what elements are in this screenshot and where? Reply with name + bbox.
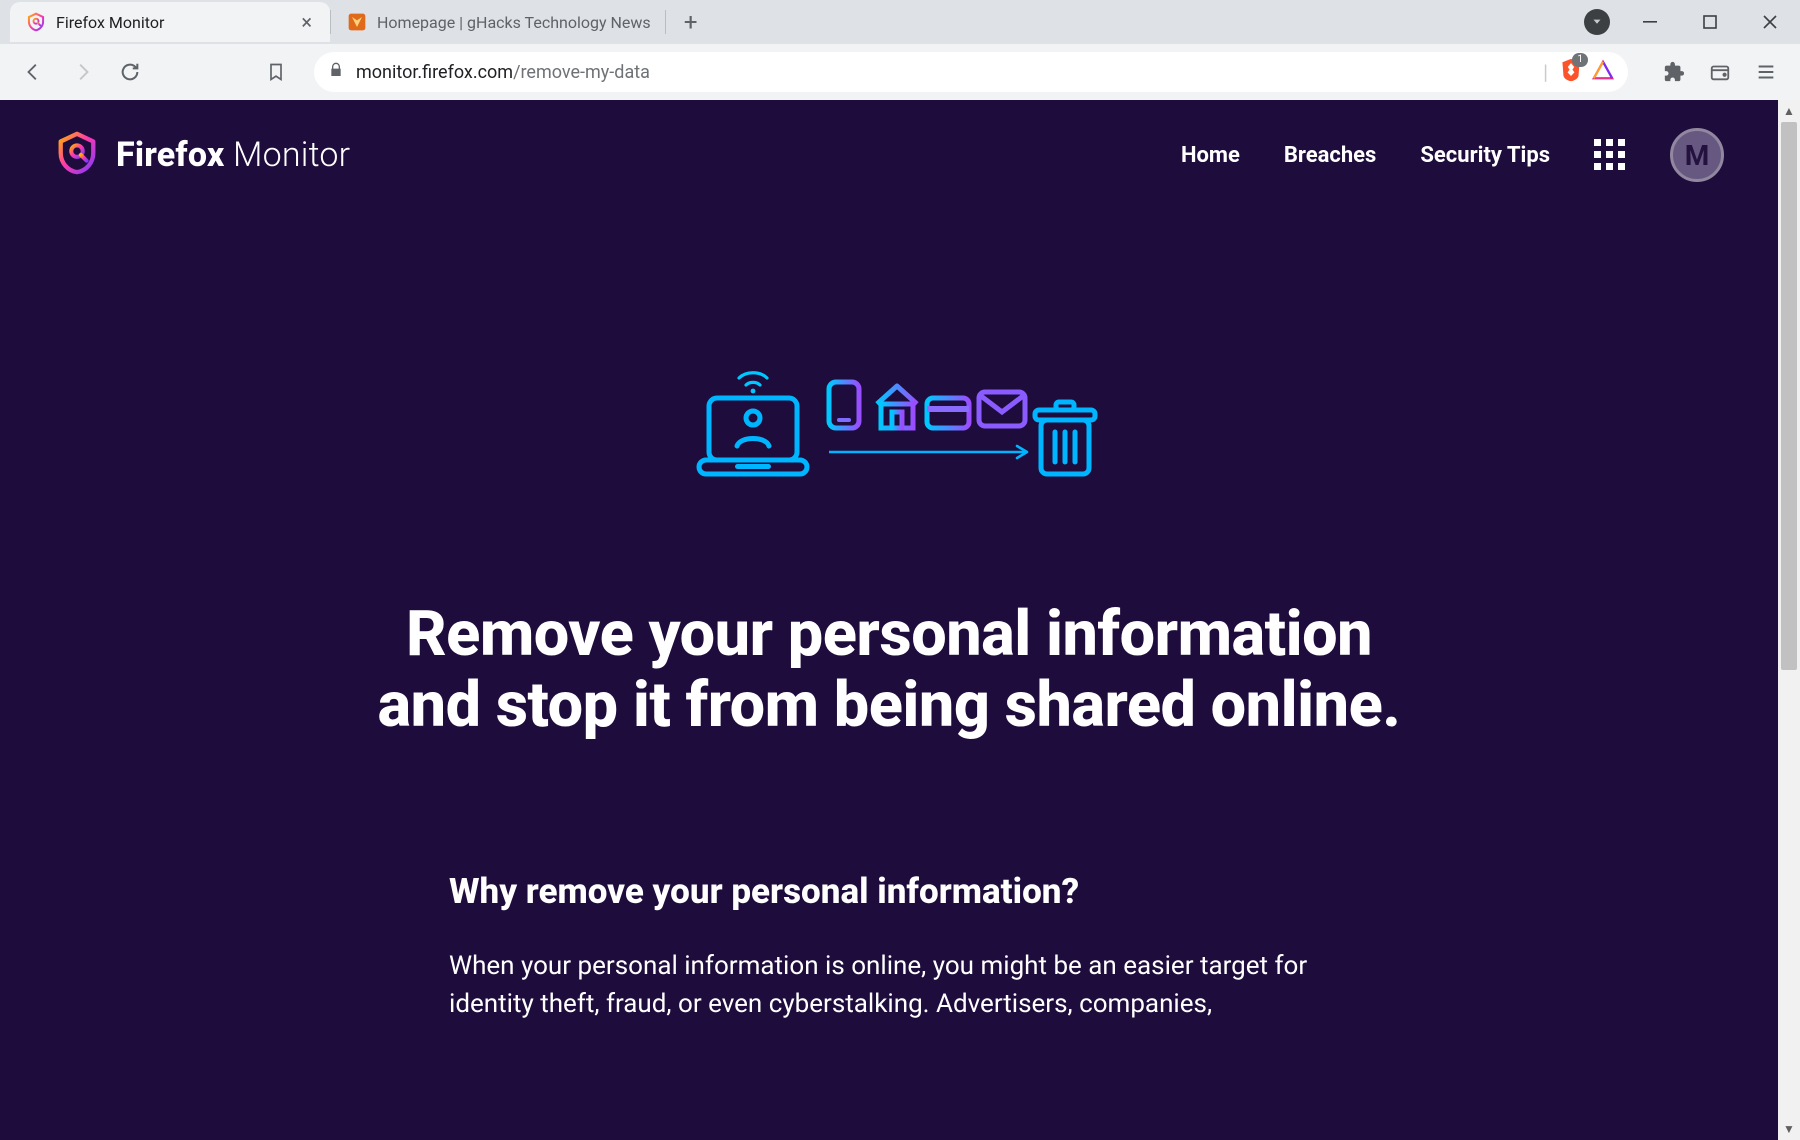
lock-icon xyxy=(328,62,344,82)
scroll-up-button[interactable]: ▲ xyxy=(1778,100,1800,122)
site-header: Firefox Monitor Home Breaches Security T… xyxy=(0,100,1778,210)
browser-chrome: Firefox Monitor × Homepage | gHacks Tech… xyxy=(0,0,1800,100)
tab-firefox-monitor[interactable]: Firefox Monitor × xyxy=(10,2,330,42)
firefox-monitor-logo-icon xyxy=(54,130,100,180)
extensions-button[interactable] xyxy=(1654,52,1694,92)
section-body: When your personal information is online… xyxy=(449,948,1329,1023)
tab-title: Firefox Monitor xyxy=(56,13,287,32)
why-remove-section: Why remove your personal information? Wh… xyxy=(429,871,1349,1023)
window-maximize-button[interactable] xyxy=(1680,0,1740,44)
window-controls xyxy=(1584,0,1800,44)
url-path: /remove-my-data xyxy=(513,62,650,83)
nav-forward-button[interactable] xyxy=(62,52,102,92)
site-nav: Home Breaches Security Tips M xyxy=(1181,128,1724,182)
tab-separator xyxy=(665,10,666,34)
scrollbar-thumb[interactable] xyxy=(1781,122,1797,670)
tab-ghacks[interactable]: Homepage | gHacks Technology News xyxy=(331,2,665,42)
user-avatar[interactable]: M xyxy=(1670,128,1724,182)
scroll-down-button[interactable]: ▼ xyxy=(1778,1118,1800,1140)
url-host: monitor.firefox.com xyxy=(356,62,513,83)
new-tab-button[interactable]: + xyxy=(672,3,710,41)
ghacks-favicon-icon xyxy=(347,12,367,32)
window-minimize-button[interactable] xyxy=(1620,0,1680,44)
nav-security-tips[interactable]: Security Tips xyxy=(1420,143,1550,168)
bookmark-button[interactable] xyxy=(256,52,296,92)
site-logo[interactable]: Firefox Monitor xyxy=(54,130,350,180)
shields-count: 1 xyxy=(1572,53,1588,67)
nav-home[interactable]: Home xyxy=(1181,143,1240,168)
avatar-initial: M xyxy=(1685,139,1710,172)
wallet-button[interactable] xyxy=(1700,52,1740,92)
hero-section: Remove your personal information and sto… xyxy=(0,210,1778,781)
browser-profile-icon[interactable] xyxy=(1584,9,1610,35)
window-close-button[interactable] xyxy=(1740,0,1800,44)
tab-strip: Firefox Monitor × Homepage | gHacks Tech… xyxy=(0,0,1800,44)
vertical-scrollbar[interactable]: ▲ ▼ xyxy=(1778,100,1800,1140)
firefox-monitor-favicon-icon xyxy=(26,12,46,32)
section-heading: Why remove your personal information? xyxy=(449,871,1329,912)
page-viewport: Firefox Monitor Home Breaches Security T… xyxy=(0,100,1800,1140)
tab-title: Homepage | gHacks Technology News xyxy=(377,13,651,32)
browser-toolbar: monitor.firefox.com/remove-my-data | 1 xyxy=(0,44,1800,100)
nav-back-button[interactable] xyxy=(14,52,54,92)
hero-illustration-icon xyxy=(40,360,1738,490)
firefox-monitor-page: Firefox Monitor Home Breaches Security T… xyxy=(0,100,1778,1140)
url-text: monitor.firefox.com/remove-my-data xyxy=(356,62,1529,83)
nav-breaches[interactable]: Breaches xyxy=(1284,143,1377,168)
nav-reload-button[interactable] xyxy=(110,52,150,92)
address-bar[interactable]: monitor.firefox.com/remove-my-data | 1 xyxy=(314,52,1628,92)
site-logo-text: Firefox Monitor xyxy=(116,135,350,175)
apps-grid-icon[interactable] xyxy=(1594,139,1626,171)
brave-shields-icon[interactable]: 1 xyxy=(1560,58,1582,86)
scrollbar-track[interactable] xyxy=(1778,122,1800,1118)
bat-icon[interactable] xyxy=(1592,59,1614,85)
omnibox-actions: | 1 xyxy=(1541,58,1614,86)
tab-close-button[interactable]: × xyxy=(297,12,316,32)
app-menu-button[interactable] xyxy=(1746,52,1786,92)
hero-title: Remove your personal information and sto… xyxy=(364,600,1414,741)
